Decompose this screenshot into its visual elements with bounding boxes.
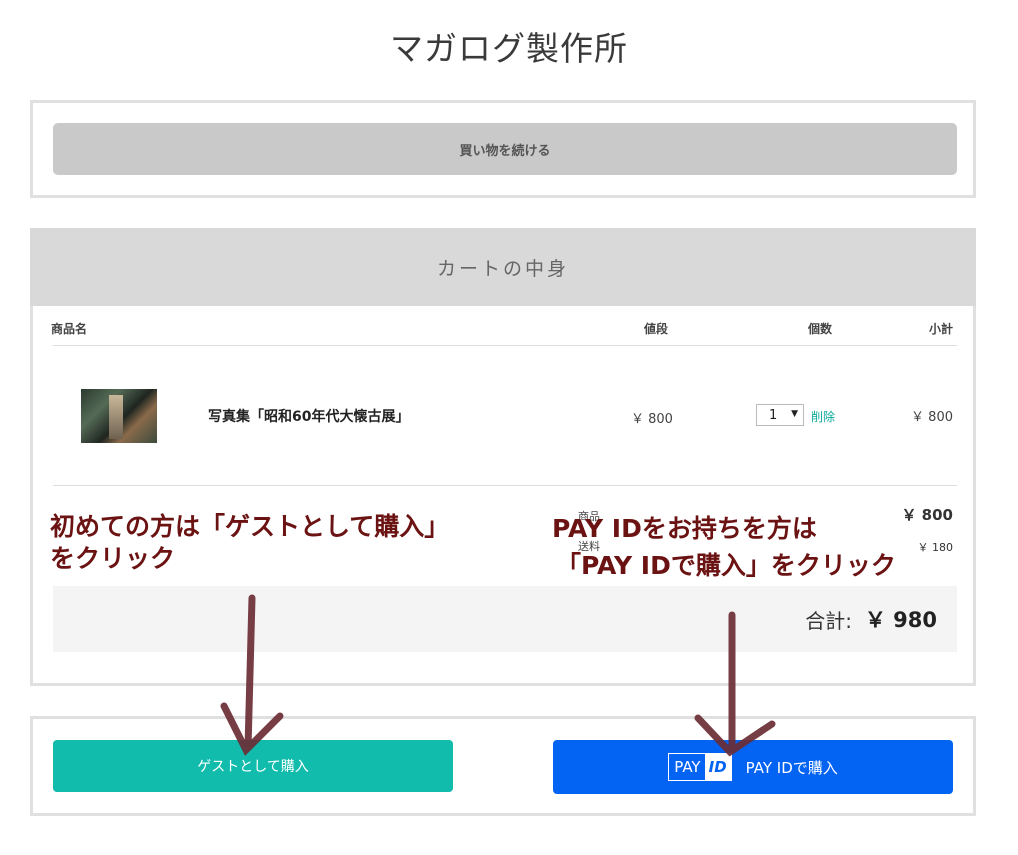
annotation-arrows (220, 594, 776, 757)
payid-arrow-icon (694, 611, 776, 757)
guest-arrow-icon (220, 594, 284, 756)
